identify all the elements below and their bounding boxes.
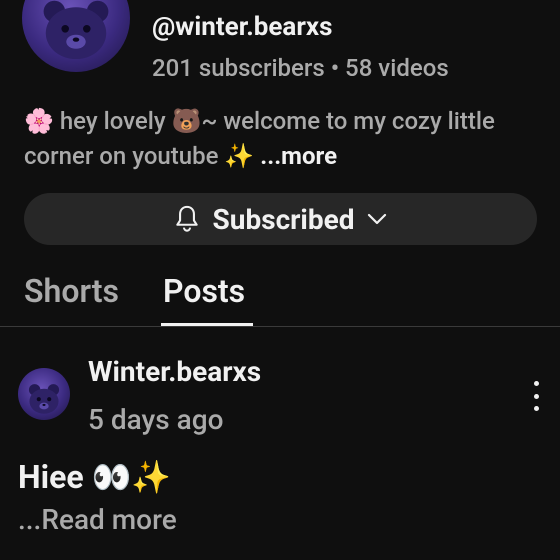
- chevron-down-icon: [368, 213, 387, 225]
- tab-shorts[interactable]: Shorts: [24, 272, 119, 310]
- post-menu-icon[interactable]: [526, 381, 546, 411]
- tab-posts[interactable]: Posts: [163, 272, 245, 310]
- channel-avatar[interactable]: [22, 0, 130, 72]
- channel-stats: 201 subscribers • 58 videos: [152, 54, 449, 82]
- subscribed-button[interactable]: Subscribed: [24, 193, 537, 245]
- tabs-divider: [0, 326, 560, 327]
- post-timestamp: 5 days ago: [88, 403, 224, 436]
- bio-more-link[interactable]: ...more: [254, 142, 337, 170]
- channel-handle: @winter.bearxs: [152, 12, 333, 42]
- post-text: Hiee 👀✨: [18, 458, 172, 496]
- bear-avatar-icon: [43, 0, 109, 60]
- channel-bio[interactable]: 🌸 hey lovely 🐻~ welcome to my cozy littl…: [24, 104, 544, 174]
- bear-avatar-icon: [28, 384, 60, 414]
- subscribed-label: Subscribed: [212, 202, 355, 236]
- read-more-link[interactable]: ...Read more: [18, 503, 177, 536]
- post-author-avatar[interactable]: [18, 368, 70, 420]
- bell-icon: [175, 205, 198, 232]
- post-author-name[interactable]: Winter.bearxs: [88, 355, 261, 388]
